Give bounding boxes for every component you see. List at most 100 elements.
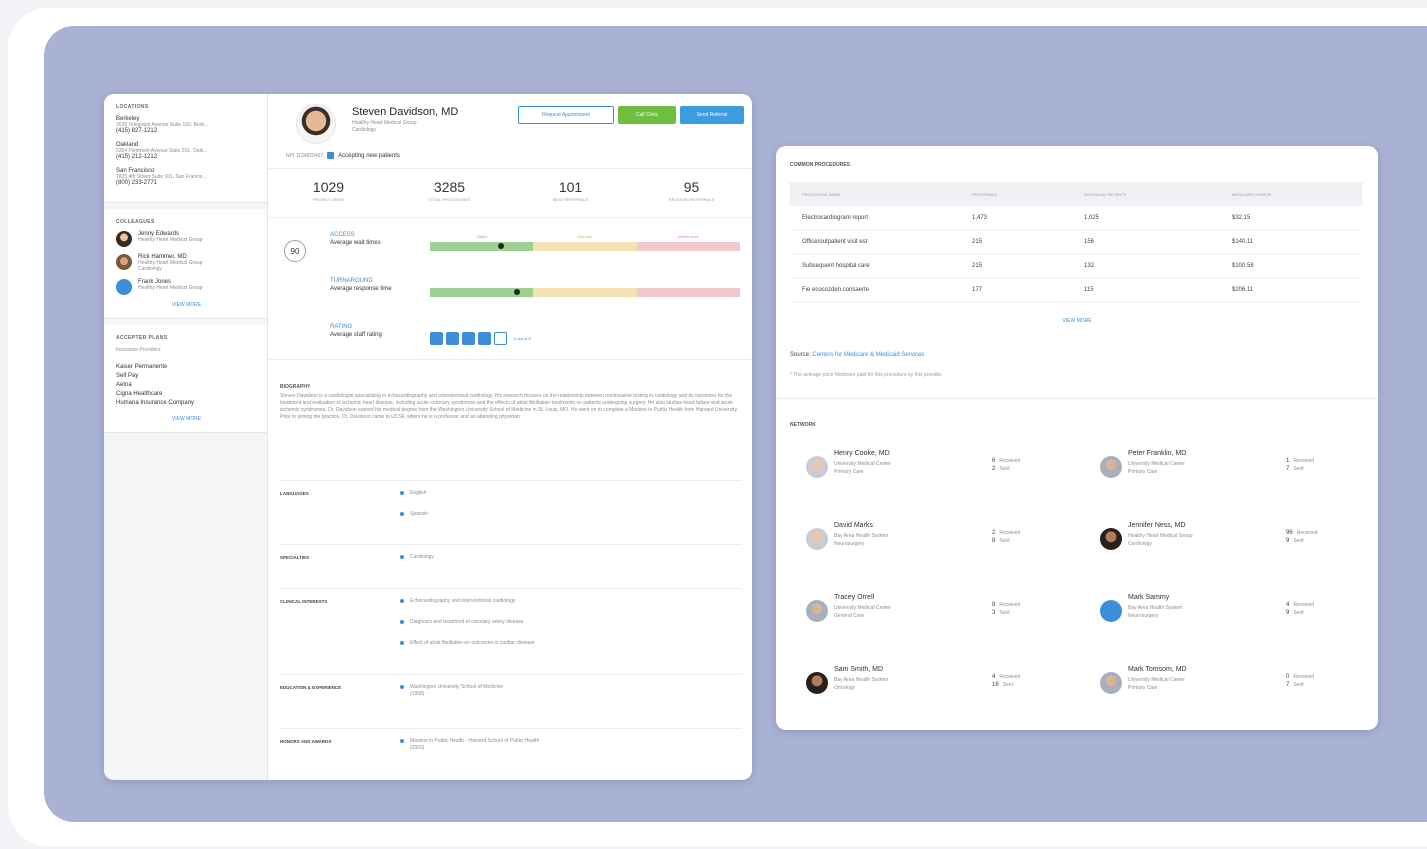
- avatar: [116, 254, 132, 270]
- procedures-view-more-link[interactable]: VIEW MORE: [776, 318, 1378, 324]
- network-item[interactable]: Mark Sammy Bay Area Health System Neurosur…: [1090, 590, 1370, 640]
- clinical-interests-section: CLINICAL INTERESTS Echocardiography and …: [280, 588, 742, 670]
- plans-view-more-link[interactable]: VIEW MORE: [116, 416, 257, 422]
- bullet-icon: [400, 620, 404, 624]
- bullet-icon: [400, 491, 404, 495]
- section-divider: [776, 398, 1378, 399]
- stat-sent-referrals: 101 SENT REFERRALS: [510, 169, 631, 217]
- procedure-name: Electrocardiogram report: [802, 214, 869, 221]
- network-organization: Bay Area Health System: [834, 533, 889, 539]
- network-specialty: Primary Care: [1128, 685, 1158, 691]
- source-link[interactable]: Centers for Medicare & Medicaid Services: [812, 352, 924, 358]
- profile-sidebar: LOCATIONS Berkeley 2636 Telegraph Avenue…: [104, 94, 268, 780]
- column-header[interactable]: INDIVIDUAL PATIENTS: [1084, 192, 1232, 197]
- location-phone[interactable]: (800) 233-2771: [116, 180, 257, 186]
- colleague-item[interactable]: Jenny Edwards Healthy Heart Medical Grou…: [116, 231, 257, 247]
- locations-heading: LOCATIONS: [116, 104, 149, 110]
- procedure-performed: 177: [972, 286, 983, 293]
- stat-value: 1029: [312, 179, 345, 195]
- procedures-table: PROCEDURE NAME PERFORMED INDIVIDUAL PATI…: [790, 182, 1362, 302]
- rating-star-filled-icon: [446, 332, 459, 345]
- avatar: [1100, 456, 1122, 478]
- network-specialty: Neurosurgery: [1128, 613, 1159, 619]
- received-count: 8: [992, 602, 996, 608]
- network-received: 0 Received: [1286, 674, 1314, 680]
- section-item-year: (2003): [410, 745, 425, 751]
- network-received: 2 Received: [992, 530, 1020, 536]
- received-count: 4: [992, 674, 996, 680]
- stat-value: 101: [558, 179, 583, 195]
- network-received: 1 Received: [1286, 458, 1314, 464]
- network-sent: 7 Sent: [1286, 466, 1304, 472]
- network-heading: NETWORK: [790, 422, 816, 428]
- access-score-bar: [430, 242, 740, 251]
- location-phone[interactable]: (415) 212-1212: [116, 154, 257, 160]
- table-row: Subsequent hospital care 215 132 $100.58: [790, 254, 1362, 278]
- colleague-item[interactable]: Frank Jones Healthy Heart Medical Group: [116, 279, 257, 295]
- location-item[interactable]: San Francisco 1825 4th Street Suite 101,…: [116, 168, 257, 186]
- languages-section: LANGUAGES English Spanish: [280, 480, 742, 542]
- received-count: 0: [1286, 674, 1290, 680]
- request-appointment-button[interactable]: Request Appointment: [518, 106, 614, 124]
- received-label: Received: [1293, 458, 1315, 464]
- procedure-name: Office/outpatient visit est: [802, 238, 868, 245]
- bullet-icon: [400, 685, 404, 689]
- colleagues-view-more-link[interactable]: VIEW MORE: [116, 302, 257, 308]
- honors-section: HONORS AND AWARDS Masters in Public Heal…: [280, 728, 742, 778]
- bullet-icon: [400, 641, 404, 645]
- column-header[interactable]: MEDICARE CHARGE: [1232, 192, 1362, 197]
- network-item[interactable]: Sam Smith, MD Bay Area Health System Oncol…: [796, 662, 1076, 712]
- stat-label: RECEIVED REFERRALS: [668, 197, 715, 202]
- send-referral-button[interactable]: Send Referral: [680, 106, 744, 124]
- sent-label: Sent: [1002, 682, 1013, 688]
- rating-star-empty-icon: [494, 332, 507, 345]
- stat-label: PROFILE VIEWS: [312, 197, 345, 202]
- education-section: EDUCATION & EXPERIENCE Washington Univer…: [280, 674, 742, 726]
- network-organization: University Medical Center: [1128, 677, 1185, 683]
- table-row: Office/outpatient visit est 215 156 $140…: [790, 230, 1362, 254]
- network-received: 8 Received: [992, 602, 1020, 608]
- column-header[interactable]: PROCEDURE NAME: [790, 192, 972, 197]
- sent-count: 16: [992, 682, 999, 688]
- network-item[interactable]: Peter Franklin, MD University Medical Cen…: [1090, 446, 1370, 496]
- network-item[interactable]: Henry Cooke, MD University Medical Center…: [796, 446, 1076, 496]
- plan-item: Self Pay: [116, 373, 139, 379]
- network-item[interactable]: David Marks Bay Area Health System Neurosu…: [796, 518, 1076, 568]
- network-specialty: Primary Care: [1128, 469, 1158, 475]
- network-sent: 16 Sent: [992, 682, 1013, 688]
- section-heading: LANGUAGES: [280, 491, 309, 496]
- location-phone[interactable]: (415) 827-1212: [116, 128, 257, 134]
- stat-total-procedures: 3285 TOTAL PROCEDURES: [389, 169, 510, 217]
- rating-star-filled-icon: [430, 332, 443, 345]
- stat-value: 3285: [433, 179, 466, 195]
- sent-label: Sent: [999, 466, 1010, 472]
- avatar: [806, 528, 828, 550]
- network-item[interactable]: Jennifer Ness, MD Healthy Heart Medical G…: [1090, 518, 1370, 568]
- procedures-footnote: * The average price Medicare paid for th…: [790, 372, 942, 378]
- stat-value: 95: [683, 179, 700, 195]
- sent-count: 7: [1286, 682, 1290, 688]
- score-segment-labels: Good Average Needs work: [430, 234, 740, 239]
- section-item: Spanish: [400, 511, 428, 517]
- section-heading: SPECIALTIES: [280, 555, 310, 560]
- column-header[interactable]: PERFORMED: [972, 192, 1084, 197]
- profile-main: Steven Davidson, MD Healthy Heart Medica…: [268, 94, 752, 780]
- network-specialty: Cardiology: [1128, 541, 1152, 547]
- network-item[interactable]: Tracey Orrell University Medical Center Ge…: [796, 590, 1076, 640]
- network-item[interactable]: Mark Tomsom, MD University Medical Center…: [1090, 662, 1370, 712]
- doctor-photo: [296, 104, 336, 144]
- call-clinic-button[interactable]: Call Clinic: [618, 106, 676, 124]
- section-item: Echocardiography and interventional card…: [400, 598, 534, 604]
- npi-row: NPI 1134829497 Accepting new patients: [286, 152, 400, 159]
- plan-item: Cigna Healthcare: [116, 391, 163, 397]
- network-organization: University Medical Center: [1128, 461, 1185, 467]
- location-item[interactable]: Berkeley 2636 Telegraph Avenue Suite 102…: [116, 116, 257, 134]
- location-item[interactable]: Oakland 5354 Piedmont Avenue Suite 201, …: [116, 142, 257, 160]
- table-row: Fie ecocozden consaerte 177 115 $206.11: [790, 278, 1362, 302]
- doctor-name: Steven Davidson, MD: [352, 106, 459, 118]
- check-icon: [327, 152, 335, 159]
- section-heading: EDUCATION & EXPERIENCE: [280, 685, 342, 690]
- source-line: Source: Centers for Medicare & Medicaid …: [790, 352, 924, 358]
- colleague-item[interactable]: Rick Hammer, MD Healthy Heart Medical Gr…: [116, 254, 257, 272]
- network-received: 6 Received: [992, 458, 1020, 464]
